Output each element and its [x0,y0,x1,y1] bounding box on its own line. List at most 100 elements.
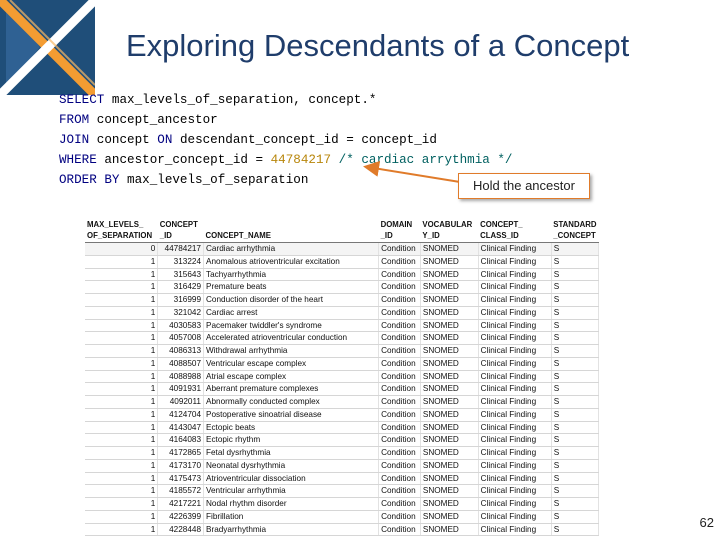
table-cell: SNOMED [420,268,479,282]
table-cell: Condition [378,306,421,320]
table-cell: Atrioventricular dissociation [203,472,380,486]
table-cell: SNOMED [420,293,479,307]
table-cell: Fetal dysrhythmia [203,446,380,460]
table-cell: Condition [378,293,421,307]
table-cell: SNOMED [420,280,479,294]
sql-text: descendant_concept_id = concept_id [172,133,437,147]
table-cell: 1 [85,382,159,396]
table-row: 1 4092011 Abnormally conducted complex Cond… [85,395,599,409]
table-cell: SNOMED [420,408,479,422]
sql-keyword: SELECT [59,93,105,107]
table-cell: S [551,408,599,422]
callout-box: Hold the ancestor [458,173,590,199]
table-cell: 4226399 [157,510,204,524]
table-cell: Ventricular arrhythmia [203,484,380,498]
table-cell: S [551,523,599,537]
table-row: 1 4228448 Bradyarrhythmia Condition SNOMED Cl… [85,523,599,537]
table-cell: 1 [85,484,159,498]
table-cell: 1 [85,395,159,409]
table-cell: Abnormally conducted complex [203,395,380,409]
column-header-line1: VOCABULAR [422,220,473,229]
table-row: 1 4185572 Ventricular arrhythmia Condition S… [85,484,599,498]
table-cell: Accelerated atrioventricular conduction [203,331,380,345]
sql-text: concept_ancestor [89,113,218,127]
table-cell: Cardiac arrest [203,306,380,320]
table-cell: 321042 [157,306,204,320]
column-header-line1: CONCEPT [159,220,198,229]
table-cell: Condition [378,497,421,511]
column-header-line2: _ID [159,231,172,240]
table-cell: Anomalous atrioventricular excitation [203,255,380,269]
table-cell: Condition [378,280,421,294]
table-cell: S [551,268,599,282]
table-cell: 1 [85,293,159,307]
table-cell: 1 [85,370,159,384]
table-cell: 4175473 [157,472,204,486]
table-cell: Condition [378,421,421,435]
sql-keyword: ON [157,133,173,147]
table-cell: Clinical Finding [478,484,552,498]
table-cell: S [551,497,599,511]
table-row: 1 316429 Premature beats Condition SNOMED Cli… [85,280,599,294]
table-cell: SNOMED [420,255,479,269]
table-cell: SNOMED [420,421,479,435]
table-row: 1 4030583 Pacemaker twiddler's syndrome Con… [85,319,599,333]
page-number: 62 [699,515,714,530]
table-cell: Clinical Finding [478,433,552,447]
column-header: CONCEPT_ CLASS_ID [478,218,552,243]
table-cell: SNOMED [420,523,479,537]
table-cell: Ectopic rhythm [203,433,380,447]
table-cell: Clinical Finding [478,331,552,345]
table-cell: Clinical Finding [478,408,552,422]
table-cell: Withdrawal arrhythmia [203,344,380,358]
table-row: 1 4088507 Ventricular escape complex Condit… [85,357,599,371]
table-cell: Clinical Finding [478,523,552,537]
table-cell: Condition [378,268,421,282]
callout-arrow [363,161,461,183]
table-cell: 4217221 [157,497,204,511]
table-cell: SNOMED [420,497,479,511]
column-header: STANDARD _CONCEPT [551,218,599,243]
table-cell: Condition [378,472,421,486]
results-table: MAX_LEVELS_ OF_SEPARATION CONCEPT _ID CONCE… [85,218,599,540]
table-cell: Clinical Finding [478,459,552,473]
table-cell: Atrial escape complex [203,370,380,384]
table-row: 1 321042 Cardiac arrest Condition SNOMED Clin… [85,306,599,320]
column-header-line1: MAX_LEVELS_ [87,220,144,229]
table-cell: Condition [378,433,421,447]
table-cell: Premature beats [203,280,380,294]
table-cell: Postoperative sinoatrial disease [203,408,380,422]
table-row: 1 4057008 Accelerated atrioventricular con… [85,331,599,345]
table-cell: SNOMED [420,433,479,447]
column-header-line2: _CONCEPT [553,231,596,240]
table-header-row: MAX_LEVELS_ OF_SEPARATION CONCEPT _ID CONCE… [85,218,599,243]
sql-keyword: ORDER BY [59,173,120,187]
table-row: 1 4175473 Atrioventricular dissociation Con… [85,472,599,486]
table-cell: 1 [85,319,159,333]
table-cell: SNOMED [420,382,479,396]
table-cell: Condition [378,446,421,460]
table-cell: Tachyarrhythmia [203,268,380,282]
table-cell: Clinical Finding [478,446,552,460]
table-row: 1 4172865 Fetal dysrhythmia Condition SNOMED… [85,446,599,460]
table-cell: S [551,357,599,371]
table-cell: SNOMED [420,472,479,486]
table-cell: S [551,472,599,486]
sql-keyword: JOIN [59,133,90,147]
table-cell: S [551,370,599,384]
table-cell: S [551,255,599,269]
table-row: 1 4088988 Atrial escape complex Condition SN… [85,370,599,384]
table-row: 1 4164083 Ectopic rhythm Condition SNOMED Cli… [85,433,599,447]
table-cell: Condition [378,408,421,422]
table-cell: Pacemaker twiddler's syndrome [203,319,380,333]
table-cell: S [551,331,599,345]
table-cell: SNOMED [420,357,479,371]
table-cell: 4185572 [157,484,204,498]
table-row: 1 4091931 Aberrant premature complexes Cond… [85,382,599,396]
table-cell: Condition [378,484,421,498]
table-cell: SNOMED [420,306,479,320]
sql-line: SELECT max_levels_of_separation, concept… [59,90,512,110]
column-header-line2: _ID [380,231,393,240]
table-cell: Clinical Finding [478,382,552,396]
